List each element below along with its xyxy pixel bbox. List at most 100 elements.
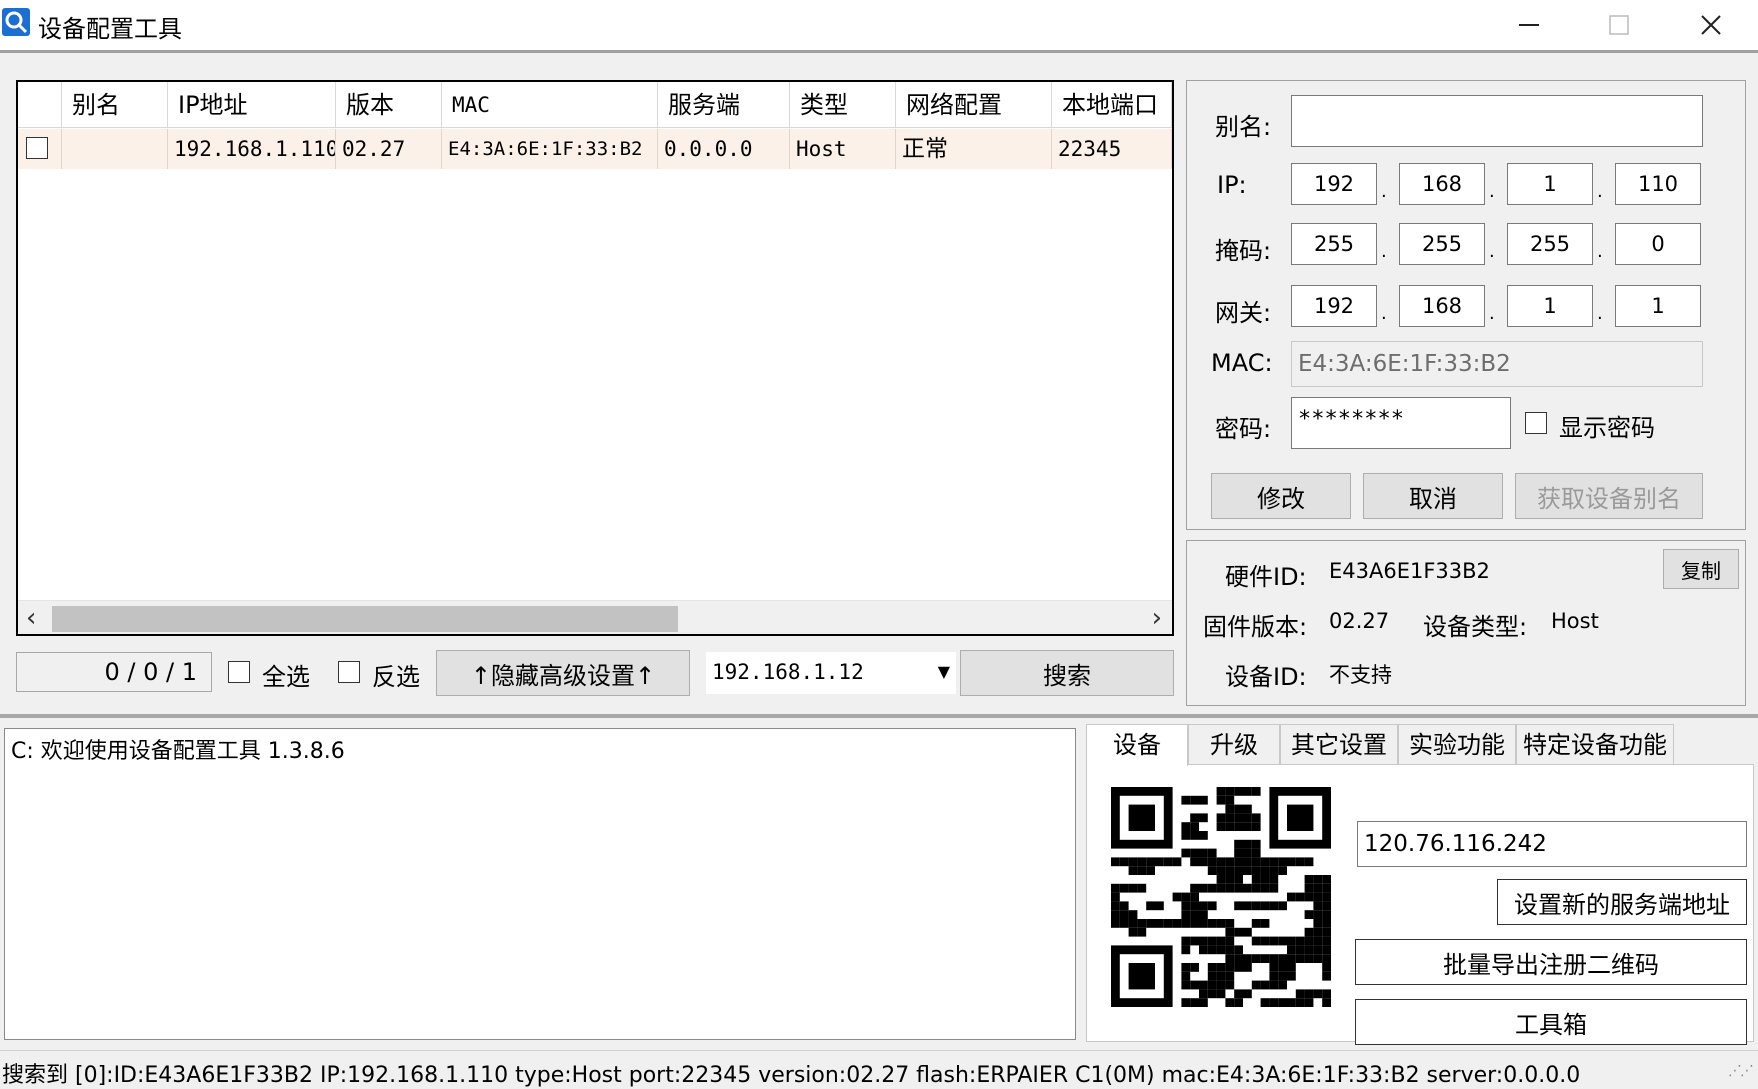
search-ip-value: 192.168.1.12 [712,660,864,684]
table-row[interactable]: 192.168.1.110 02.27 E4:3A:6E:1F:33:B2 0.… [18,129,1172,169]
mask-dot: . [1381,241,1387,262]
ip-octet-1[interactable]: 192 [1291,163,1377,205]
gateway-octet-3[interactable]: 1 [1507,285,1593,327]
mask-dot: . [1597,241,1603,262]
mask-octet-3[interactable]: 255 [1507,223,1593,265]
set-server-button[interactable]: 设置新的服务端地址 [1497,879,1747,925]
selection-counter: 0 / 0 / 1 [16,652,212,692]
minimize-button[interactable] [1484,0,1574,50]
cell-check[interactable] [18,129,62,169]
tab-experimental[interactable]: 实验功能 [1398,724,1516,764]
resize-grip-icon[interactable]: ⋰⋰ [1728,1063,1754,1079]
horizontal-scrollbar[interactable]: ‹ › [18,600,1172,634]
gateway-dot: . [1597,303,1603,324]
mask-label: 掩码: [1215,237,1272,265]
invert-checkbox[interactable] [338,661,360,683]
column-header-check[interactable] [18,82,62,128]
hwid-value: E43A6E1F33B2 [1329,559,1490,583]
ip-dot: . [1381,181,1387,202]
batch-export-qr-button[interactable]: 批量导出注册二维码 [1355,939,1747,985]
mask-octet-4[interactable]: 0 [1615,223,1701,265]
tab-specific-device[interactable]: 特定设备功能 [1516,724,1674,764]
mask-dot: . [1489,241,1495,262]
qr-code-icon [1111,787,1331,1007]
tab-upgrade[interactable]: 升级 [1188,724,1280,764]
maximize-button[interactable] [1574,0,1664,50]
ip-dot: . [1489,181,1495,202]
column-header-alias[interactable]: 别名 [62,82,168,128]
column-header-port[interactable]: 本地端口 [1052,82,1172,128]
toolbox-button[interactable]: 工具箱 [1355,999,1747,1045]
device-id-value: 不支持 [1329,663,1392,687]
ip-octet-4[interactable]: 110 [1615,163,1701,205]
tab-device[interactable]: 设备 [1086,724,1188,766]
close-icon [1701,15,1721,35]
dropdown-arrow-icon[interactable]: ▼ [938,662,950,681]
cell-type: Host [790,129,896,169]
table-header: 别名 IP地址 版本 MAC 服务端 类型 网络配置 本地端口 [18,82,1172,128]
device-info-panel: 硬件ID: E43A6E1F33B2 复制 固件版本: 02.27 设备类型: … [1186,540,1746,706]
show-password-checkbox[interactable] [1525,412,1547,434]
select-all-checkbox[interactable] [228,661,250,683]
show-password-label[interactable]: 显示密码 [1559,408,1655,443]
select-all-label[interactable]: 全选 [262,657,310,692]
device-table[interactable]: 别名 IP地址 版本 MAC 服务端 类型 网络配置 本地端口 192.168.… [16,80,1174,636]
gateway-octet-4[interactable]: 1 [1615,285,1701,327]
password-input[interactable]: ******** [1291,397,1511,449]
ip-label: IP: [1217,171,1247,199]
scroll-left-icon[interactable]: ‹ [26,603,36,633]
column-header-network[interactable]: 网络配置 [896,82,1052,128]
gateway-octet-1[interactable]: 192 [1291,285,1377,327]
tab-content-device: 120.76.116.242 设置新的服务端地址 批量导出注册二维码 工具箱 [1086,764,1754,1045]
splitter[interactable] [0,714,1758,718]
device-type-label: 设备类型: [1423,613,1528,641]
get-alias-button[interactable]: 获取设备别名 [1515,473,1703,519]
row-checkbox[interactable] [26,137,48,159]
ip-dot: . [1597,181,1603,202]
alias-label: 别名: [1215,113,1272,141]
cell-port: 22345 [1052,129,1172,169]
log-line: C: 欢迎使用设备配置工具 1.3.8.6 [11,739,345,764]
cell-ip: 192.168.1.110 [168,129,336,169]
tab-other-settings[interactable]: 其它设置 [1280,724,1398,764]
alias-input[interactable] [1291,95,1703,147]
search-ip-select[interactable]: 192.168.1.12 ▼ [706,652,956,694]
cell-alias [62,129,168,169]
close-button[interactable] [1666,0,1756,50]
cell-server: 0.0.0.0 [658,129,790,169]
config-panel: 别名: IP: 192 . 168 . 1 . 110 掩码: 255 . 25… [1186,80,1746,530]
device-id-label: 设备ID: [1225,663,1307,691]
cancel-button[interactable]: 取消 [1363,473,1503,519]
ip-octet-3[interactable]: 1 [1507,163,1593,205]
column-header-server[interactable]: 服务端 [658,82,790,128]
title-separator [0,50,1758,53]
mask-octet-2[interactable]: 255 [1399,223,1485,265]
mask-octet-1[interactable]: 255 [1291,223,1377,265]
column-header-ip[interactable]: IP地址 [168,82,336,128]
window-title: 设备配置工具 [38,15,182,43]
column-header-mac[interactable]: MAC [442,82,658,128]
modify-button[interactable]: 修改 [1211,473,1351,519]
status-bar: 搜索到 [0]:ID:E43A6E1F33B2 IP:192.168.1.110… [0,1050,1758,1089]
invert-label[interactable]: 反选 [372,657,420,692]
status-text: 搜索到 [0]:ID:E43A6E1F33B2 IP:192.168.1.110… [2,1063,1581,1088]
device-type-value: Host [1551,609,1599,633]
function-tabs: 120.76.116.242 设置新的服务端地址 批量导出注册二维码 工具箱 设… [1086,724,1754,1045]
column-header-type[interactable]: 类型 [790,82,896,128]
title-bar: 设备配置工具 [0,0,1758,50]
server-address-input[interactable]: 120.76.116.242 [1357,821,1747,867]
app-search-icon [2,8,30,36]
log-output[interactable]: C: 欢迎使用设备配置工具 1.3.8.6 [4,728,1076,1040]
scrollbar-thumb[interactable] [52,606,678,632]
cell-mac: E4:3A:6E:1F:33:B2 [442,129,658,169]
scroll-right-icon[interactable]: › [1152,603,1162,633]
hwid-label: 硬件ID: [1225,563,1307,591]
ip-octet-2[interactable]: 168 [1399,163,1485,205]
gateway-octet-2[interactable]: 168 [1399,285,1485,327]
search-button[interactable]: 搜索 [960,650,1174,696]
toggle-advanced-button[interactable]: ↑隐藏高级设置↑ [436,650,690,696]
gateway-dot: . [1381,303,1387,324]
mac-field: E4:3A:6E:1F:33:B2 [1291,341,1703,387]
copy-button[interactable]: 复制 [1663,549,1739,589]
column-header-version[interactable]: 版本 [336,82,442,128]
